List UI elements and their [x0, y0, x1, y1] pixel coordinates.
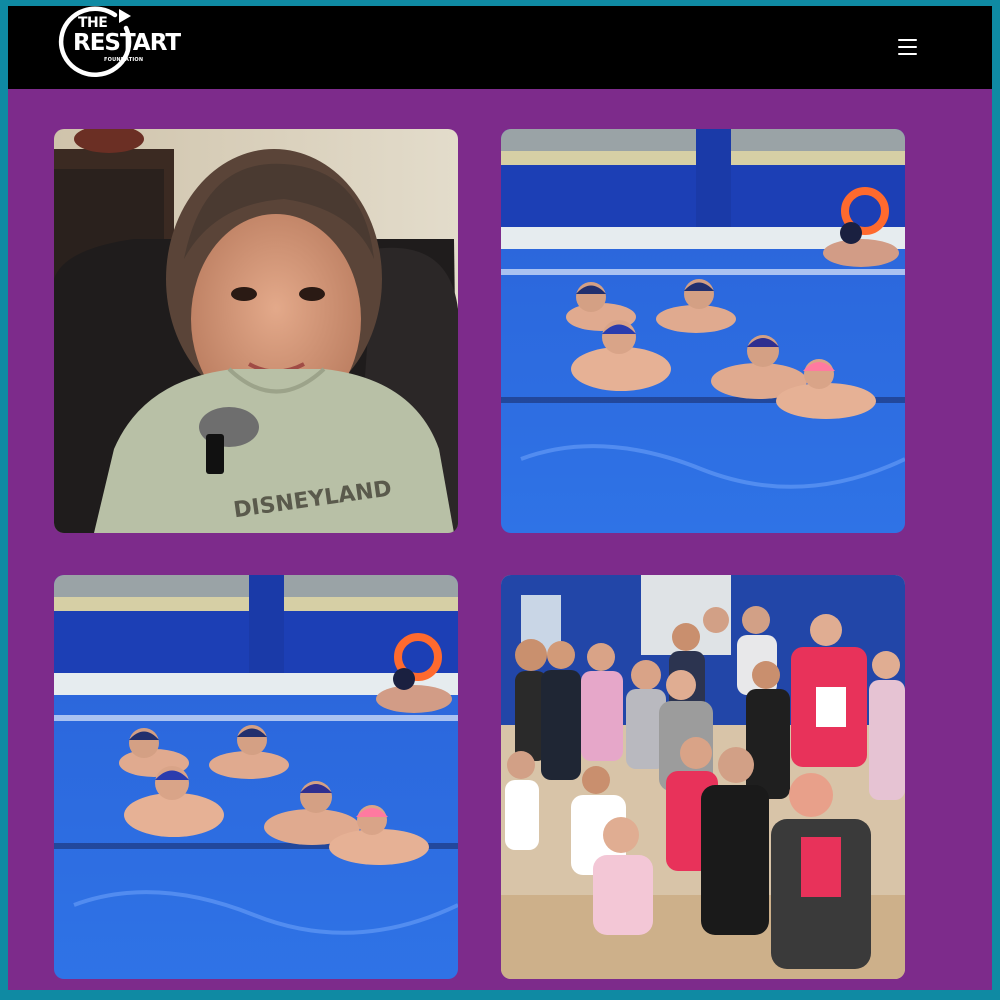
gallery-photo-girl-portrait[interactable]: DISNEYLAND	[54, 129, 458, 533]
site-header: THE RESTART FOUNDATION	[8, 6, 992, 89]
gallery-photo-group-kids[interactable]	[501, 575, 905, 979]
gallery-photo-pool-kids-1[interactable]	[501, 129, 905, 533]
hamburger-menu-icon	[897, 38, 917, 55]
page: THE RESTART FOUNDATION DISNEYLAND	[8, 6, 992, 990]
hamburger-menu-button[interactable]	[892, 31, 922, 61]
pool-kids-image	[501, 129, 905, 533]
logo-text-restart: RESTART	[73, 30, 181, 56]
group-kids-image	[501, 575, 905, 979]
logo-text-the: THE	[78, 15, 108, 31]
girl-portrait-image: DISNEYLAND	[54, 129, 458, 533]
logo-text-foundation: FOUNDATION	[104, 57, 144, 63]
restart-foundation-logo[interactable]: THE RESTART FOUNDATION	[53, 6, 181, 80]
pool-kids-image	[54, 575, 458, 979]
gallery-photo-pool-kids-2[interactable]	[54, 575, 458, 979]
